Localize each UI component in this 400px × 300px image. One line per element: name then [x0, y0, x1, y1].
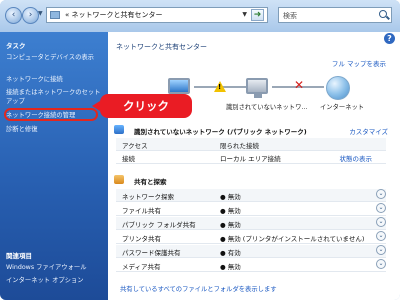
search-placeholder: 検索: [283, 12, 297, 20]
table-row: ファイル共有 ● 無効 ⌄: [116, 203, 386, 216]
network-section-icon: [114, 125, 124, 134]
table-row: ネットワーク探索 ● 無効 ⌄: [116, 189, 386, 202]
table-row: パスワード保護共有 ● 有効 ⌄: [116, 245, 386, 258]
table-row: プリンタ共有 ● 無効 (プリンタがインストールされていません) ⌄: [116, 231, 386, 244]
search-box[interactable]: 検索: [278, 7, 392, 23]
table-row: パブリック フォルダ共有 ● 無効 ⌄: [116, 217, 386, 230]
full-map-link[interactable]: フル マップを表示: [332, 58, 386, 68]
sharing-section-icon: [114, 175, 124, 184]
row-label: 接続: [122, 155, 135, 163]
expand-chevron-icon[interactable]: ⌄: [376, 189, 386, 199]
network-section-header: 識別されていないネットワーク (パブリック ネットワーク) カスタマイズ: [108, 124, 400, 136]
address-bar[interactable]: « ネットワークと共有センター ▼ ➜: [46, 7, 268, 23]
search-icon[interactable]: [379, 10, 387, 18]
click-callout: クリック: [92, 94, 192, 118]
control-panel-icon: [50, 11, 60, 19]
main-panel: ? ネットワークと共有センター フル マップを表示 ✕ 識別されていないネットワ…: [108, 32, 400, 300]
row-value: ● 有効: [220, 249, 241, 257]
row-value: ローカル エリア接続: [220, 155, 281, 163]
network-icon[interactable]: [246, 78, 268, 98]
address-dropdown-icon[interactable]: ▼: [242, 11, 247, 18]
sharing-section-header: 共有と探索: [108, 174, 400, 186]
sidebar-item-internet-options[interactable]: インターネット オプション: [6, 276, 104, 285]
internet-caption: インターネット: [320, 104, 365, 111]
row-label: メディア共有: [122, 263, 161, 271]
row-value: ● 無効: [220, 263, 241, 271]
expand-chevron-icon[interactable]: ⌄: [376, 217, 386, 227]
network-section-title: 識別されていないネットワーク (パブリック ネットワーク): [134, 128, 307, 136]
sidebar-task-title: タスク: [6, 42, 26, 50]
expand-chevron-icon[interactable]: ⌄: [376, 259, 386, 269]
table-row: アクセス 限られた接続: [116, 138, 386, 151]
refresh-icon[interactable]: ➜: [251, 9, 264, 21]
computer-icon: [168, 78, 190, 98]
sidebar-item-setup-connection[interactable]: 接続またはネットワークのセットアップ: [6, 88, 104, 106]
show-shared-files-link[interactable]: 共有しているすべてのファイルとフォルダを表示します: [120, 284, 277, 293]
row-label: プリンタ共有: [122, 235, 161, 243]
sharing-section-title: 共有と探索: [134, 178, 167, 186]
help-icon[interactable]: ?: [384, 33, 395, 44]
row-value: ● 無効 (プリンタがインストールされていません): [220, 235, 365, 243]
history-dropdown-icon[interactable]: ▼: [38, 10, 43, 17]
row-label: ネットワーク探索: [122, 193, 174, 201]
disconnected-icon: ✕: [294, 78, 305, 92]
warning-icon: [214, 81, 226, 92]
back-icon[interactable]: ‹: [5, 7, 22, 24]
row-label: ファイル共有: [122, 207, 161, 215]
breadcrumb: « ネットワークと共有センター: [65, 11, 163, 19]
sidebar-item-view-devices[interactable]: コンピュータとデバイスの表示: [6, 53, 104, 62]
sidebar-item-diagnose[interactable]: 診断と修復: [6, 125, 104, 134]
customize-link[interactable]: カスタマイズ: [349, 126, 388, 136]
expand-chevron-icon[interactable]: ⌄: [376, 203, 386, 213]
sidebar: タスク コンピュータとデバイスの表示 ネットワークに接続 接続またはネットワーク…: [0, 32, 108, 300]
sidebar-related-title: 関連項目: [6, 252, 32, 260]
row-value: ● 無効: [220, 193, 241, 201]
forward-icon[interactable]: ›: [22, 7, 39, 24]
row-value: 限られた接続: [220, 142, 259, 150]
row-label: アクセス: [122, 142, 148, 150]
title-bar: ‹ › ▼ « ネットワークと共有センター ▼ ➜ 検索: [0, 0, 400, 32]
unknown-network-caption: 識別されていないネットワ...: [226, 104, 308, 111]
page-title: ネットワークと共有センター: [116, 43, 207, 51]
view-status-link[interactable]: 状態の表示: [340, 153, 373, 163]
window: ‹ › ▼ « ネットワークと共有センター ▼ ➜ 検索 タスク コンピュータと…: [0, 0, 400, 300]
row-label: パブリック フォルダ共有: [122, 221, 196, 229]
sidebar-item-connect[interactable]: ネットワークに接続: [6, 75, 104, 84]
expand-chevron-icon[interactable]: ⌄: [376, 245, 386, 255]
sidebar-item-firewall[interactable]: Windows ファイアウォール: [6, 263, 104, 272]
row-value: ● 無効: [220, 207, 241, 215]
row-value: ● 無効: [220, 221, 241, 229]
internet-globe-icon[interactable]: [326, 76, 350, 100]
expand-chevron-icon[interactable]: ⌄: [376, 231, 386, 241]
highlight-circle: [4, 108, 98, 121]
table-row: メディア共有 ● 無効 ⌄: [116, 259, 386, 272]
table-row: 接続 ローカル エリア接続 状態の表示: [116, 151, 386, 164]
row-label: パスワード保護共有: [122, 249, 181, 257]
